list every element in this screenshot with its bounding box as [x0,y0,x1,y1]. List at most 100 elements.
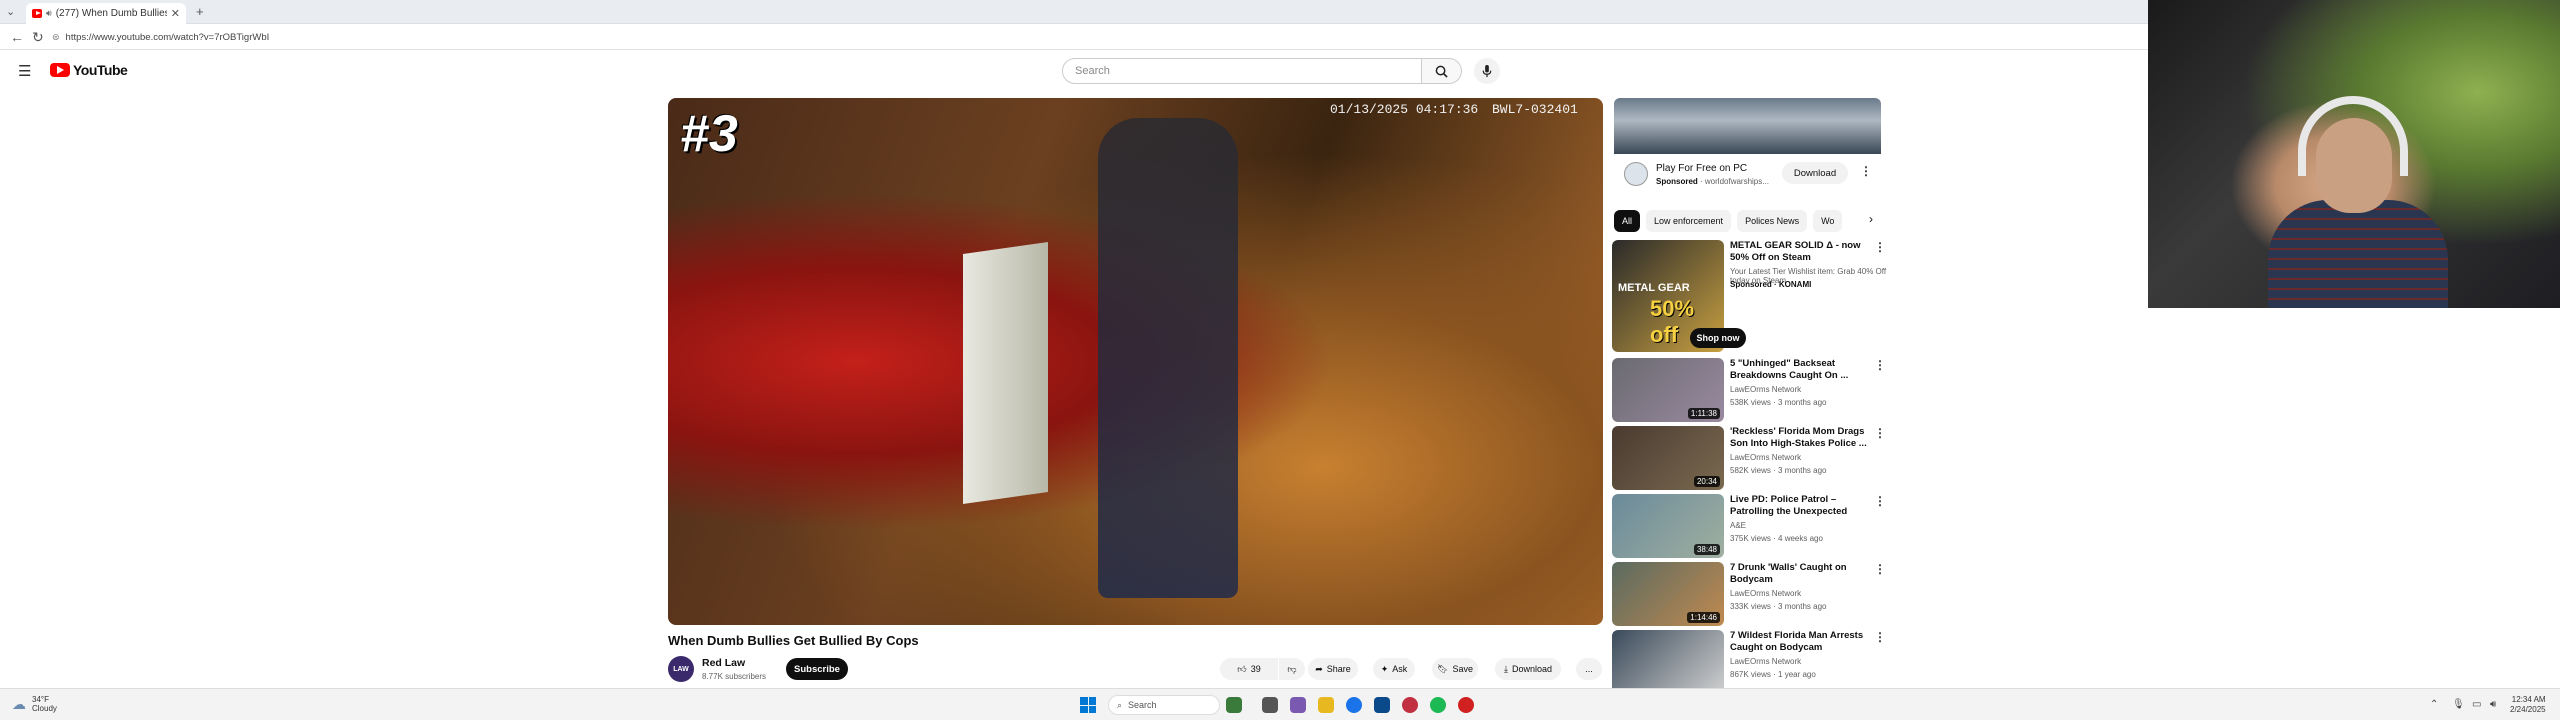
like-button[interactable]: 👍︎ 39 [1220,658,1278,680]
shop-now-button[interactable]: Shop now [1690,328,1746,348]
recommendation-title[interactable]: Live PD: Police Patrol – Patrolling the … [1730,494,1870,518]
search-button[interactable] [1422,58,1462,84]
recommendation-item[interactable]: 7 Wildest Florida Man Arrests Caught on … [1612,630,1887,696]
recommendation-channel: LawEOrms Network [1730,453,1802,462]
recommendation-menu-icon[interactable]: ⋮ [1874,630,1886,644]
video-thumbnail[interactable]: 1:11:38 [1612,358,1724,422]
browser-tab[interactable]: 🔊︎ (277) When Dumb Bullies Get ✕ [26,3,186,24]
folder-icon[interactable] [1318,697,1334,713]
speaker-icon[interactable]: 🔊︎ [46,8,52,19]
filter-chip[interactable]: Low enforcement [1646,210,1732,232]
channel-subscriber-count: 8.77K subscribers [702,672,767,681]
ask-label: Ask [1392,664,1408,674]
recommendation-title[interactable]: 7 Wildest Florida Man Arrests Caught on … [1730,630,1870,654]
video-player[interactable]: #3 01/13/2025 04:17:36 BWL7-032401 [668,98,1603,625]
recommendation-meta: 867K views · 1 year ago [1730,670,1816,679]
hamburger-menu-icon[interactable]: ☰ [18,62,31,80]
windows-start-icon[interactable] [1080,697,1096,713]
taskbar-app-icon[interactable] [1374,697,1390,713]
filter-chip[interactable]: All [1614,210,1641,232]
spotify-icon[interactable] [1430,697,1446,713]
chrome-icon[interactable] [1346,697,1362,713]
taskbar-search[interactable]: ⌕ Search [1108,695,1220,715]
recommendation-menu-icon[interactable]: ⋮ [1874,494,1886,508]
video-frame-door [963,242,1048,504]
recommendation-item[interactable]: 1:11:38 5 "Unhinged" Backseat Breakdowns … [1612,358,1887,424]
video-overlay-datetime: 01/13/2025 04:17:36 [1330,102,1479,117]
volume-icon[interactable]: 🔊︎ [2490,699,2496,710]
sponsored-recommendation[interactable]: METAL GEAR 50% off METAL GEAR SOLID Δ - no… [1612,240,1887,352]
taskbar-app-icon[interactable] [1226,697,1242,713]
recommendation-title[interactable]: 5 "Unhinged" Backseat Breakdowns Caught … [1730,358,1870,382]
ad-info-row: Play For Free on PC Sponsored · worldofw… [1614,154,1881,194]
recommendation-item[interactable]: 1:14:46 7 Drunk 'Walls' Caught on Bodycam… [1612,562,1887,628]
dislike-button[interactable]: 👎︎ [1279,658,1305,680]
recommendation-menu-icon[interactable]: ⋮ [1874,240,1886,254]
recommendation-item[interactable]: 38:48 Live PD: Police Patrol – Patrolling… [1612,494,1887,560]
taskbar-app-icon[interactable] [1290,697,1306,713]
more-actions-button[interactable]: ... [1576,658,1602,680]
video-thumbnail[interactable]: 38:48 [1612,494,1724,558]
recommendation-menu-icon[interactable]: ⋮ [1874,562,1886,576]
network-icon[interactable]: ▭ [2472,699,2481,710]
subscribe-button[interactable]: Subscribe [786,658,848,680]
thumbnail-brand-text: METAL GEAR [1618,282,1690,294]
download-icon: ⤓ [1503,663,1508,674]
recommendation-menu-icon[interactable]: ⋮ [1874,426,1886,440]
tab-close-icon[interactable]: ✕ [171,7,180,20]
video-thumbnail[interactable] [1612,630,1724,694]
recommendation-menu-icon[interactable]: ⋮ [1874,358,1886,372]
recommendation-channel: LawEOrms Network [1730,589,1802,598]
ad-banner-image[interactable] [1614,98,1881,154]
filter-chip[interactable]: Wo [1813,210,1843,232]
download-button[interactable]: ⤓ Download [1495,658,1561,680]
video-duration: 20:34 [1693,476,1720,487]
like-count: 39 [1250,664,1261,674]
bookmark-icon: 🔖︎ [1437,663,1449,674]
filter-chip[interactable]: Polices News [1737,210,1808,232]
cloud-icon: ☁︎ [12,695,26,712]
taskbar-app-icon[interactable] [1402,697,1418,713]
save-button[interactable]: 🔖︎ Save [1432,658,1478,680]
voice-search-button[interactable] [1474,58,1500,84]
new-tab-button[interactable]: + [196,4,204,19]
site-info-icon[interactable]: ⊜ [52,32,60,43]
recommendation-title[interactable]: METAL GEAR SOLID Δ - now 50% Off on Stea… [1730,240,1870,264]
ad-title[interactable]: Play For Free on PC [1656,163,1747,174]
chips-next-icon[interactable]: › [1858,212,1884,232]
url-text: https://www.youtube.com/watch?v=7rOBTigr… [65,31,270,43]
windows-taskbar: ☁︎ 34°F Cloudy ⌕ Search ⌃ 🎙︎ ▭ 🔊︎ 12:34 … [0,688,2560,720]
search-input[interactable]: Search [1062,58,1422,84]
tray-chevron-icon[interactable]: ⌃ [2430,699,2438,710]
video-thumbnail[interactable]: 1:14:46 [1612,562,1724,626]
weather-widget[interactable]: ☁︎ 34°F Cloudy [12,695,57,713]
clock-date: 2/24/2025 [2510,705,2546,714]
filter-chips: All Low enforcement Polices News Wo [1614,210,1884,232]
file-explorer-icon[interactable] [1262,697,1278,713]
taskbar-app-icon[interactable] [1458,697,1474,713]
recommendation-item[interactable]: 20:34 'Reckless' Florida Mom Drags Son In… [1612,426,1887,492]
video-duration: 1:11:38 [1687,408,1720,419]
channel-avatar[interactable]: LAW [668,656,694,682]
recommendation-title[interactable]: 'Reckless' Florida Mom Drags Son Into Hi… [1730,426,1870,450]
video-overlay-camera-id: BWL7-032401 [1492,102,1578,117]
channel-name[interactable]: Red Law [702,657,745,669]
ad-menu-icon[interactable]: ⋮ [1860,164,1872,178]
video-thumbnail[interactable]: 20:34 [1612,426,1724,490]
system-clock[interactable]: 12:34 AM 2/24/2025 [2510,695,2546,715]
youtube-logo[interactable]: YouTube [50,62,128,78]
ad-subtitle: Sponsored · worldofwarships... [1656,177,1769,186]
tab-list-chevron-icon[interactable]: ⌄ [6,5,15,18]
microphone-tray-icon[interactable]: 🎙︎ [2452,699,2465,710]
share-button[interactable]: ➦ Share [1308,658,1358,680]
ad-download-button[interactable]: Download [1782,162,1848,184]
recommendation-channel: LawEOrms Network [1730,657,1802,666]
taskbar-search-label: Search [1128,700,1157,710]
recommendation-title[interactable]: 7 Drunk 'Walls' Caught on Bodycam [1730,562,1870,586]
reload-icon[interactable]: ↻ [32,29,44,46]
logo-text: YouTube [73,62,128,78]
youtube-header: ☰ YouTube Search [0,50,2148,92]
ask-button[interactable]: ✦ Ask [1373,658,1415,680]
url-field[interactable]: ⊜ https://www.youtube.com/watch?v=7rOBTi… [52,28,1252,46]
back-icon[interactable]: ← [10,29,24,45]
